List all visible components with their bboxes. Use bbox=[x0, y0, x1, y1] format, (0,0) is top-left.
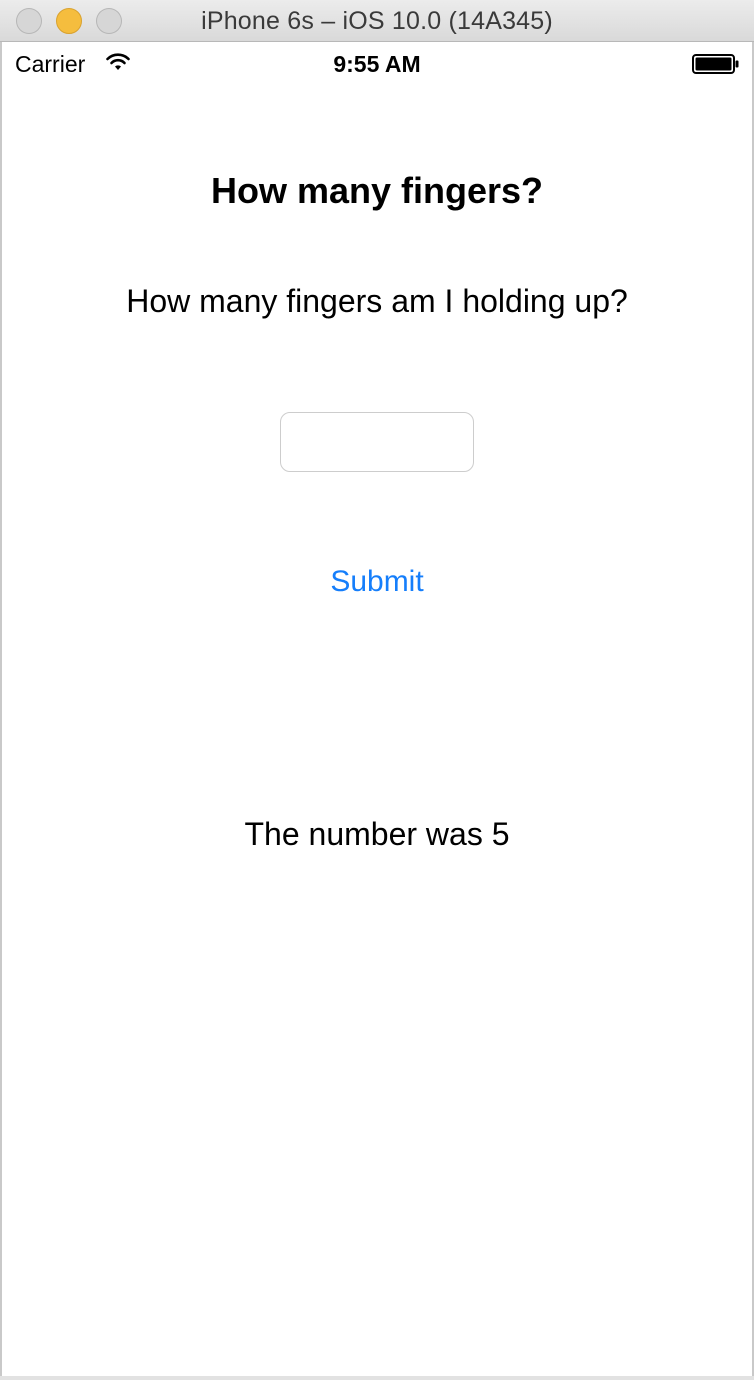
answer-input[interactable] bbox=[280, 412, 474, 472]
window-titlebar: iPhone 6s – iOS 10.0 (14A345) bbox=[0, 0, 754, 42]
window-bottom-edge bbox=[0, 1376, 754, 1380]
submit-button-row: Submit bbox=[0, 565, 754, 599]
result-label: The number was 5 bbox=[244, 816, 510, 852]
window-title: iPhone 6s – iOS 10.0 (14A345) bbox=[201, 7, 553, 35]
question-label: How many fingers am I holding up? bbox=[126, 283, 628, 319]
battery-icon bbox=[692, 54, 739, 74]
status-time: 9:55 AM bbox=[333, 51, 421, 77]
submit-button[interactable]: Submit bbox=[330, 565, 423, 598]
ios-status-bar: Carrier 9:55 AM bbox=[2, 42, 752, 84]
page-title: How many fingers? bbox=[210, 170, 544, 211]
window-edge-left bbox=[0, 42, 2, 1380]
simulator-window: iPhone 6s – iOS 10.0 (14A345) Carrier 9:… bbox=[0, 0, 754, 1380]
